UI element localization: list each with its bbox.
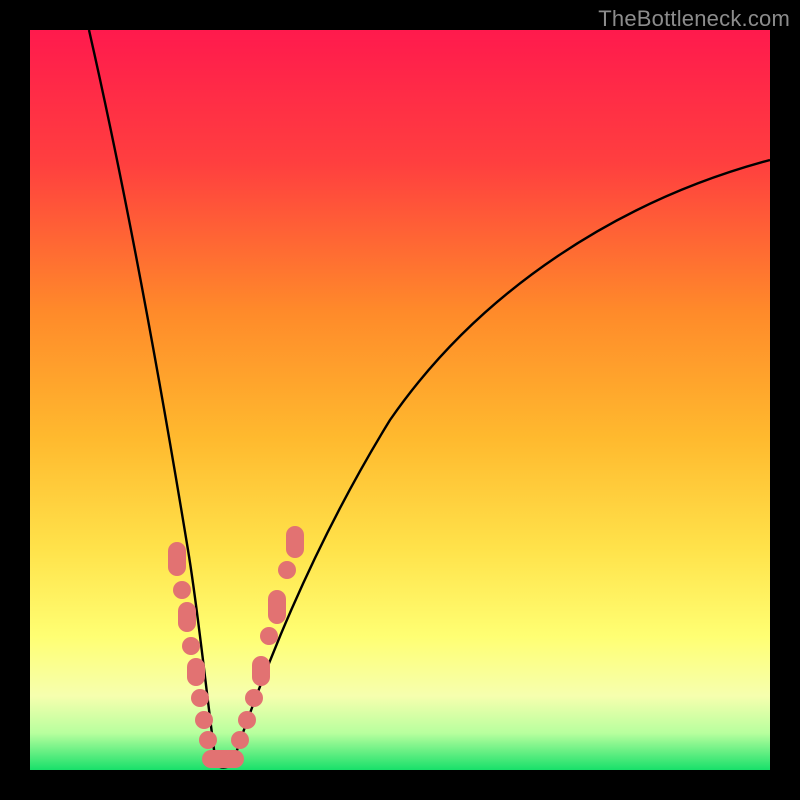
plot-area: [30, 30, 770, 770]
bottleneck-curve: [30, 30, 770, 770]
right-arm-dot-cluster: [231, 526, 304, 749]
valley-dot-cluster: [202, 750, 244, 768]
outer-frame: TheBottleneck.com: [0, 0, 800, 800]
watermark-text: TheBottleneck.com: [598, 6, 790, 32]
left-curve-path: [89, 30, 216, 765]
right-curve-path: [232, 160, 770, 765]
